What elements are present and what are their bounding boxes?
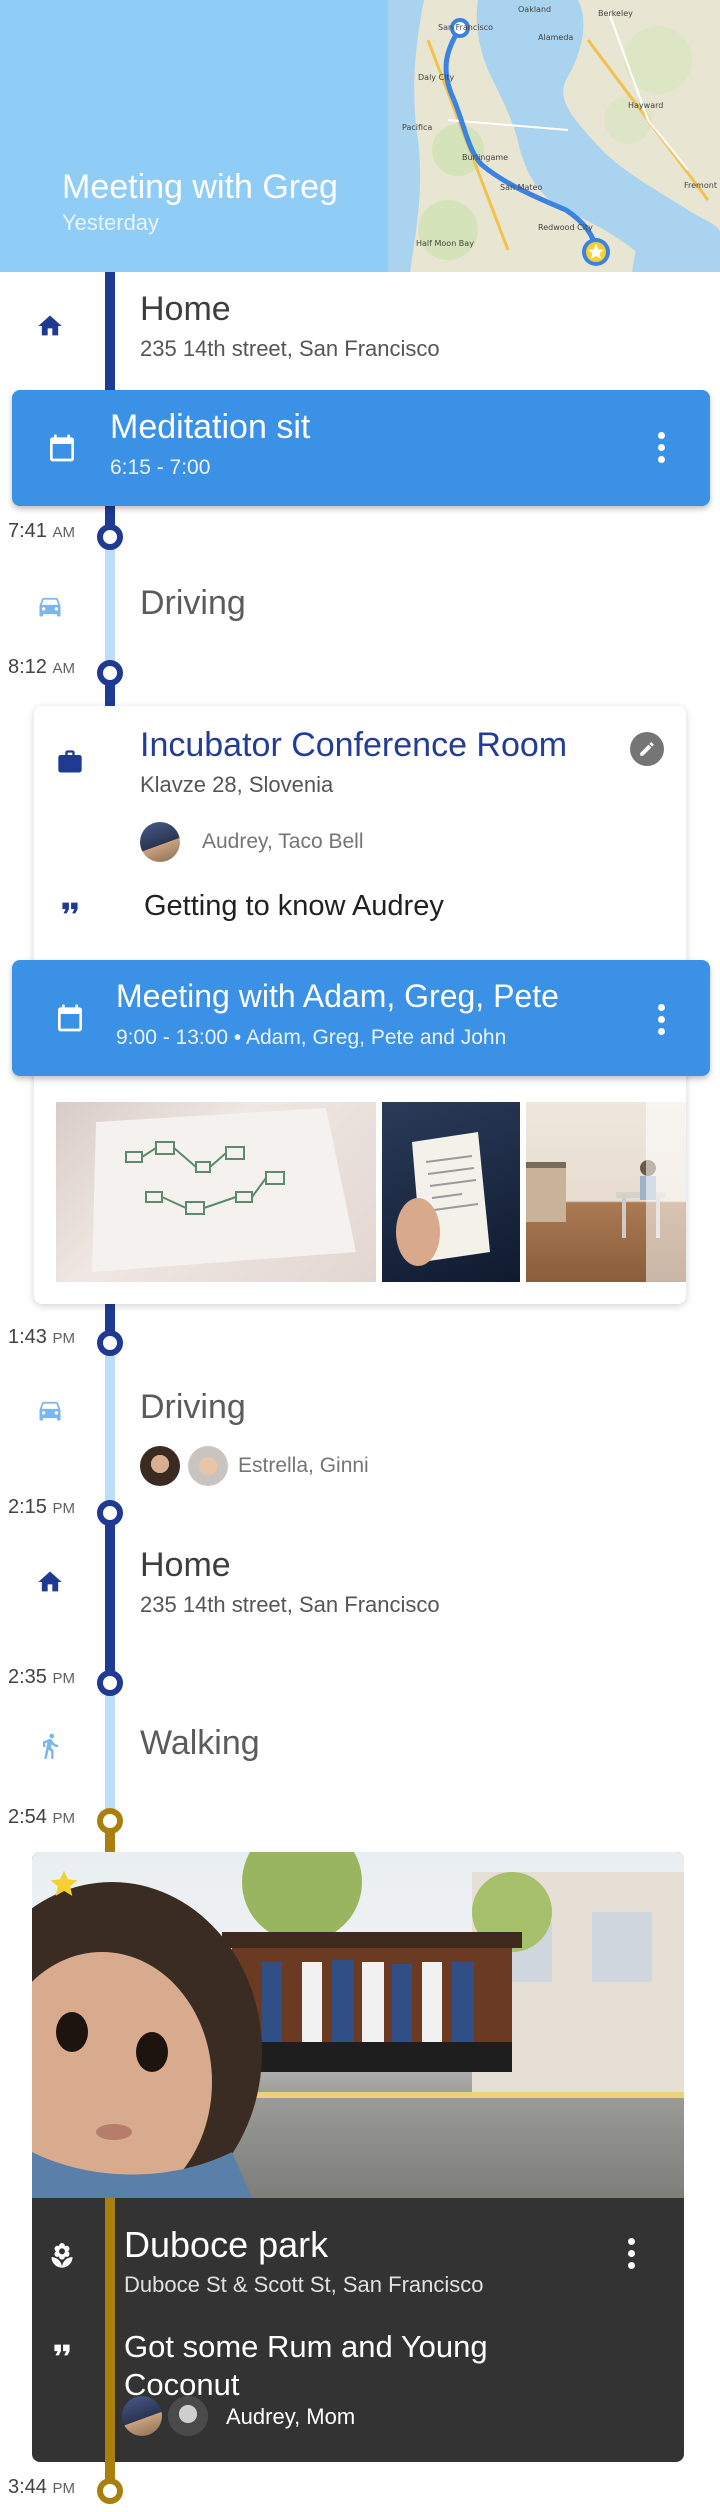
more-options-icon[interactable] [658, 432, 666, 468]
photo-content [32, 1852, 684, 2198]
avatar [122, 2396, 162, 2436]
place-note: Got some Rum and Young Coconut [124, 2329, 488, 2402]
people-label: Audrey, Mom [226, 2404, 356, 2429]
photo-content [396, 1132, 490, 1266]
svg-text:Fremont: Fremont [684, 181, 717, 190]
quote-icon [44, 2332, 80, 2368]
timeline-node [97, 1500, 123, 1526]
avatar [188, 1446, 228, 1486]
more-options-icon[interactable] [628, 2238, 636, 2274]
timestamp: 3:44 PM [8, 2476, 75, 2498]
timeline-node [97, 1330, 123, 1356]
photo-office[interactable] [526, 1102, 686, 1282]
timeline-rail [105, 1510, 115, 1680]
timestamp: 2:54 PM [8, 1806, 75, 1828]
calendar-event-meeting[interactable]: Meeting with Adam, Greg, Pete 9:00 - 13:… [12, 960, 710, 1076]
svg-text:Half Moon Bay: Half Moon Bay [416, 239, 474, 248]
avatar [140, 822, 180, 862]
visit-title: Incubator Conference Room [140, 726, 568, 764]
svg-text:Pacifica: Pacifica [402, 123, 432, 132]
home-icon [32, 308, 68, 344]
map-label: San Francisco [438, 23, 493, 32]
event-time: 6:15 - 7:00 [110, 456, 211, 479]
svg-text:San Mateo: San Mateo [500, 183, 542, 192]
activity-title: Driving [140, 584, 246, 622]
edit-button[interactable] [630, 732, 664, 766]
photo-content [526, 1102, 686, 1282]
calendar-icon [44, 430, 80, 466]
quote-icon [52, 890, 88, 926]
people-label: Audrey, Taco Bell [202, 830, 364, 853]
svg-text:Oakland: Oakland [518, 5, 551, 14]
walk-icon [32, 1728, 68, 1764]
svg-text:Redwood City: Redwood City [538, 223, 593, 232]
svg-text:Hayward: Hayward [628, 101, 663, 110]
timestamp: 8:12 AM [8, 656, 75, 678]
event-title: Meeting with Adam, Greg, Pete [116, 978, 559, 1014]
place-title: Home [140, 290, 231, 328]
visit-address: Klavze 28, Slovenia [140, 772, 334, 797]
page-subtitle: Yesterday [62, 210, 160, 235]
people-label: Estrella, Ginni [238, 1454, 369, 1477]
calendar-icon [52, 1000, 88, 1036]
photo-cable-car[interactable] [32, 1852, 684, 2198]
timeline-rail [105, 1680, 115, 1820]
timeline-node [97, 660, 123, 686]
header: Meeting with Greg Yesterday San Francisc… [0, 0, 720, 272]
pencil-icon [640, 742, 654, 756]
svg-text:Alameda: Alameda [538, 33, 573, 42]
event-title: Meditation sit [110, 408, 311, 446]
svg-text:Burlingame: Burlingame [462, 153, 508, 162]
place-card-park[interactable]: Duboce park Duboce St & Scott St, San Fr… [32, 1852, 684, 2462]
avatar [168, 2396, 208, 2436]
timestamp: 1:43 PM [8, 1326, 75, 1348]
timeline-node [97, 1670, 123, 1696]
avatar [140, 1446, 180, 1486]
visit-note: Getting to know Audrey [144, 890, 444, 922]
photo-content [92, 1108, 356, 1272]
briefcase-icon [52, 744, 88, 780]
page-title: Meeting with Greg [62, 168, 338, 206]
event-time: 9:00 - 13:00 • Adam, Greg, Pete and John [116, 1026, 507, 1049]
timeline-node [97, 524, 123, 550]
route-map[interactable]: San Francisco Oakland Alameda Hayward Fr… [388, 0, 720, 272]
place-address: 235 14th street, San Francisco [140, 1592, 440, 1617]
activity-title: Driving [140, 1388, 246, 1426]
timestamp: 7:41 AM [8, 520, 75, 542]
place-title: Home [140, 1546, 231, 1584]
calendar-event-meditation[interactable]: Meditation sit 6:15 - 7:00 [12, 390, 710, 506]
flower-icon [44, 2238, 80, 2274]
svg-text:Berkeley: Berkeley [598, 9, 633, 18]
map-graphic: San Francisco Oakland Alameda Hayward Fr… [388, 0, 720, 272]
home-icon [32, 1564, 68, 1600]
timeline-rail-segment [105, 2198, 115, 2462]
photo-receipt[interactable] [382, 1102, 520, 1282]
place-title: Duboce park [124, 2224, 329, 2265]
car-icon [32, 1392, 68, 1428]
timeline-rail [105, 540, 115, 666]
timeline-node [97, 1808, 123, 1834]
timeline-rail [105, 1340, 115, 1510]
place-address: Duboce St & Scott St, San Francisco [124, 2272, 484, 2297]
timestamp: 2:35 PM [8, 1666, 75, 1688]
car-icon [32, 588, 68, 624]
svg-text:Daly City: Daly City [418, 73, 455, 82]
timestamp: 2:15 PM [8, 1496, 75, 1518]
place-address: 235 14th street, San Francisco [140, 336, 440, 361]
more-options-icon[interactable] [658, 1004, 666, 1040]
star-icon[interactable] [48, 1868, 80, 1900]
timeline-node [97, 2478, 123, 2504]
activity-title: Walking [140, 1724, 260, 1762]
photo-whiteboard[interactable] [56, 1102, 376, 1282]
